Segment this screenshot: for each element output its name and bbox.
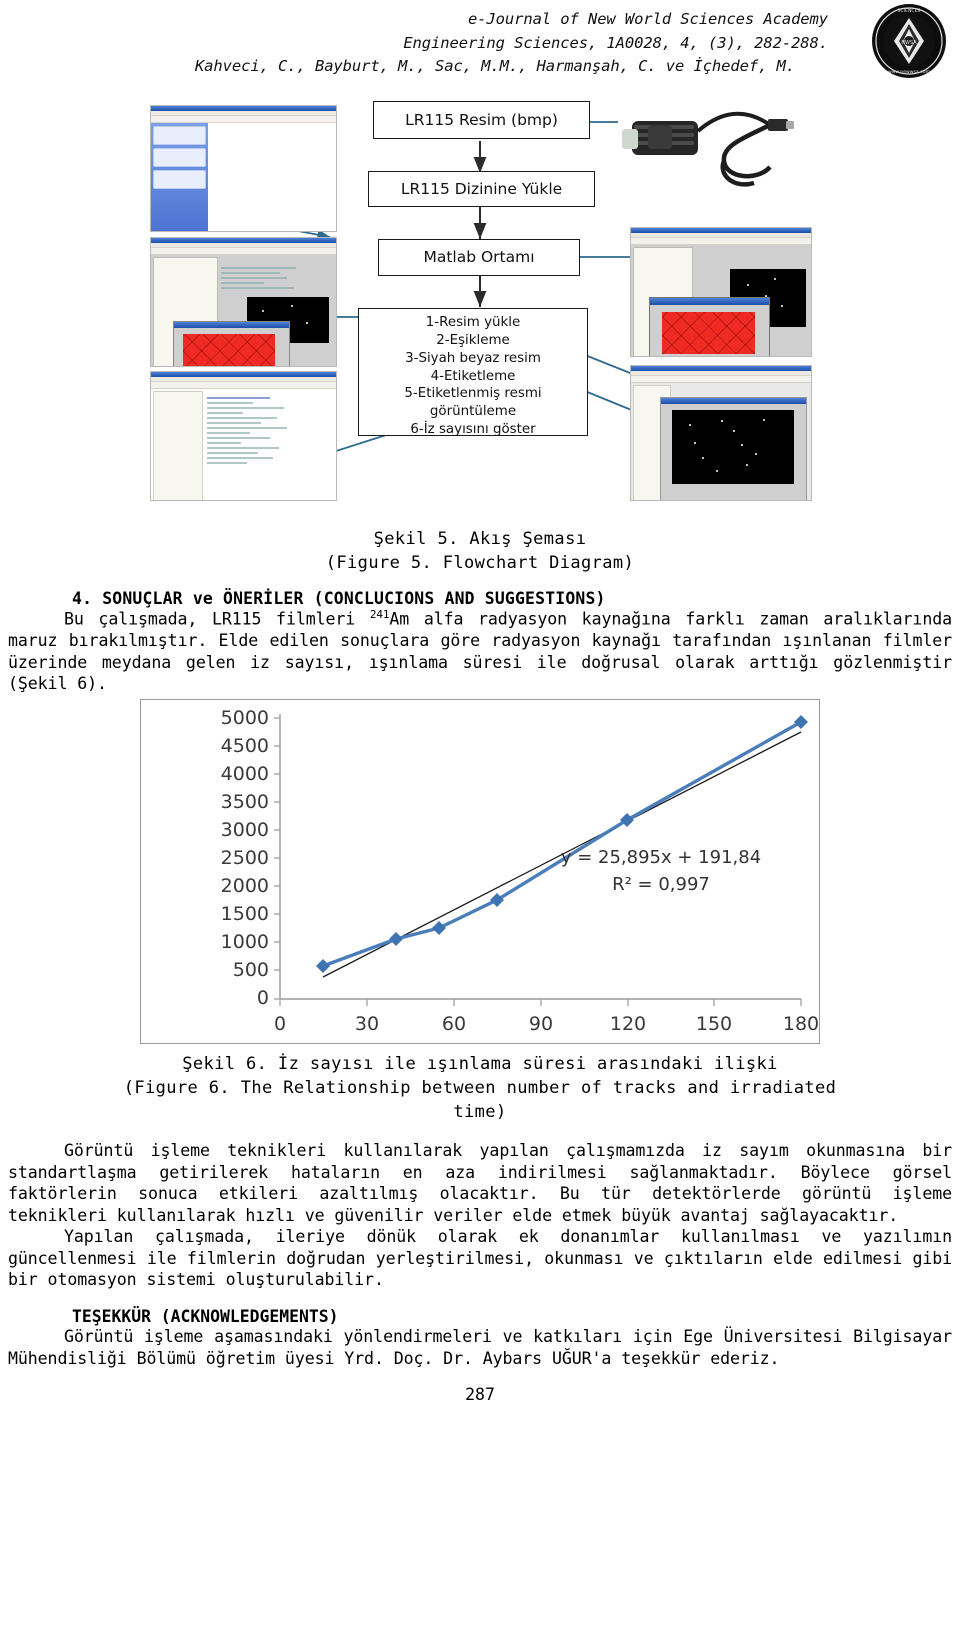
flow-box-image: LR115 Resim (bmp) bbox=[373, 100, 590, 139]
svg-text:5000: 5000 bbox=[221, 707, 269, 729]
svg-text:4500: 4500 bbox=[221, 735, 269, 757]
thumbnail-explorer-window bbox=[150, 104, 337, 232]
thumbnail-matlab-editor bbox=[150, 236, 337, 367]
svg-text:0: 0 bbox=[274, 1013, 286, 1035]
acknowledgements-text: Görüntü işleme aşamasındaki yönlendirmel… bbox=[8, 1326, 952, 1368]
svg-text:3000: 3000 bbox=[221, 819, 269, 841]
thumbnail-matlab-red-film bbox=[630, 226, 812, 357]
conclusion-paragraph-2: Görüntü işleme teknikleri kullanılarak y… bbox=[8, 1141, 952, 1225]
figure-6-chart-container: 5000 4500 4000 3500 3000 2500 2000 1500 … bbox=[140, 698, 820, 1044]
flow-box-image-label: LR115 Resim (bmp) bbox=[405, 110, 558, 129]
svg-text:2500: 2500 bbox=[221, 847, 269, 869]
figure-6-caption-en-2: time) bbox=[453, 1101, 507, 1122]
svg-text:4000: 4000 bbox=[221, 763, 269, 785]
figure-5-caption-en: (Figure 5. Flowchart Diagram) bbox=[325, 552, 635, 573]
journal-logo-icon: NWSA www.newwsa.com SCIENCES bbox=[872, 4, 946, 78]
svg-text:150: 150 bbox=[696, 1013, 732, 1035]
flow-step-5b: görüntüleme bbox=[429, 404, 517, 420]
thumbnail-matlab-track-image bbox=[630, 364, 812, 501]
trendline-equation: y = 25,895x + 191,84 bbox=[561, 847, 761, 868]
svg-text:2000: 2000 bbox=[221, 875, 269, 897]
flow-step-4: 4-Etiketleme bbox=[430, 368, 516, 384]
figure-5-flowchart: LR115 Resim (bmp) LR115 Dizinine Yükle M… bbox=[130, 89, 830, 519]
header-line-1: e-Journal of New World Sciences Academy bbox=[467, 10, 828, 28]
flow-box-matlab: Matlab Ortamı bbox=[378, 238, 580, 276]
thumbnail-matlab-code bbox=[150, 370, 337, 501]
chart-svg: 5000 4500 4000 3500 3000 2500 2000 1500 … bbox=[141, 699, 819, 1043]
figure-5-caption: Şekil 5. Akış Şeması (Figure 5. Flowchar… bbox=[0, 527, 960, 575]
flow-step-2: 2-Eşikleme bbox=[436, 332, 510, 348]
section-4-paragraph-1: Bu çalışmada, LR115 filmleri 241Am alfa … bbox=[0, 608, 960, 695]
flow-step-6: 6-İz sayısını göster bbox=[410, 422, 536, 438]
figure-6-caption: Şekil 6. İz sayısı ile ışınlama süresi a… bbox=[0, 1052, 960, 1124]
figure-6-caption-tr: Şekil 6. İz sayısı ile ışınlama süresi a… bbox=[182, 1053, 778, 1074]
svg-text:1000: 1000 bbox=[221, 931, 269, 953]
svg-text:30: 30 bbox=[355, 1013, 379, 1035]
figure-5-caption-tr: Şekil 5. Akış Şeması bbox=[373, 528, 587, 549]
svg-text:120: 120 bbox=[610, 1013, 646, 1035]
conclusion-paragraph-3: Yapılan çalışmada, ileriye dönük olarak … bbox=[8, 1227, 952, 1290]
flow-box-load: LR115 Dizinine Yükle bbox=[368, 170, 595, 207]
flow-box-load-label: LR115 Dizinine Yükle bbox=[400, 179, 563, 198]
document-page: e-Journal of New World Sciences Academy … bbox=[0, 0, 960, 1639]
svg-text:3500: 3500 bbox=[221, 791, 269, 813]
figure-6-caption-en-1: (Figure 6. The Relationship between numb… bbox=[123, 1077, 837, 1098]
svg-text:1500: 1500 bbox=[221, 903, 269, 925]
svg-text:90: 90 bbox=[529, 1013, 553, 1035]
section-4-heading: 4. SONUÇLAR ve ÖNERİLER (CONCLUCIONS AND… bbox=[72, 588, 606, 608]
page-number: 287 bbox=[465, 1385, 495, 1405]
flow-step-3: 3-Siyah beyaz resim bbox=[405, 350, 541, 366]
header-line-3-authors: Kahveci, C., Bayburt, M., Sac, M.M., Har… bbox=[194, 57, 796, 76]
thumbnail-usb-microscope bbox=[618, 96, 808, 217]
svg-text:NWSA: NWSA bbox=[901, 40, 917, 46]
trendline-r2: R² = 0,997 bbox=[612, 874, 710, 895]
flow-box-steps-list: 1-Resim yükle 2-Eşikleme 3-Siyah beyaz r… bbox=[398, 309, 547, 446]
page-header: e-Journal of New World Sciences Academy … bbox=[0, 0, 960, 79]
header-line-2: Engineering Sciences, 1A0028, 4, (3), 28… bbox=[403, 33, 828, 52]
flow-step-1: 1-Resim yükle bbox=[425, 314, 521, 330]
svg-text:60: 60 bbox=[442, 1013, 466, 1035]
svg-text:SCIENCES: SCIENCES bbox=[898, 8, 921, 14]
svg-text:0: 0 bbox=[257, 987, 269, 1009]
svg-text:180: 180 bbox=[783, 1013, 819, 1035]
flow-box-steps: 1-Resim yükle 2-Eşikleme 3-Siyah beyaz r… bbox=[358, 307, 588, 437]
flow-step-5: 5-Etiketlenmiş resmi bbox=[404, 386, 542, 402]
svg-text:www.newwsa.com: www.newwsa.com bbox=[888, 70, 931, 75]
para1-part-a: Bu çalışmada, LR115 filmleri bbox=[64, 609, 370, 629]
isotope-superscript: 241 bbox=[369, 607, 390, 621]
acknowledgements-heading: TEŞEKKÜR (ACKNOWLEDGEMENTS) bbox=[72, 1306, 339, 1326]
flow-box-matlab-label: Matlab Ortamı bbox=[423, 248, 535, 267]
scatter-line-chart: 5000 4500 4000 3500 3000 2500 2000 1500 … bbox=[141, 699, 819, 1043]
svg-text:500: 500 bbox=[233, 959, 269, 981]
